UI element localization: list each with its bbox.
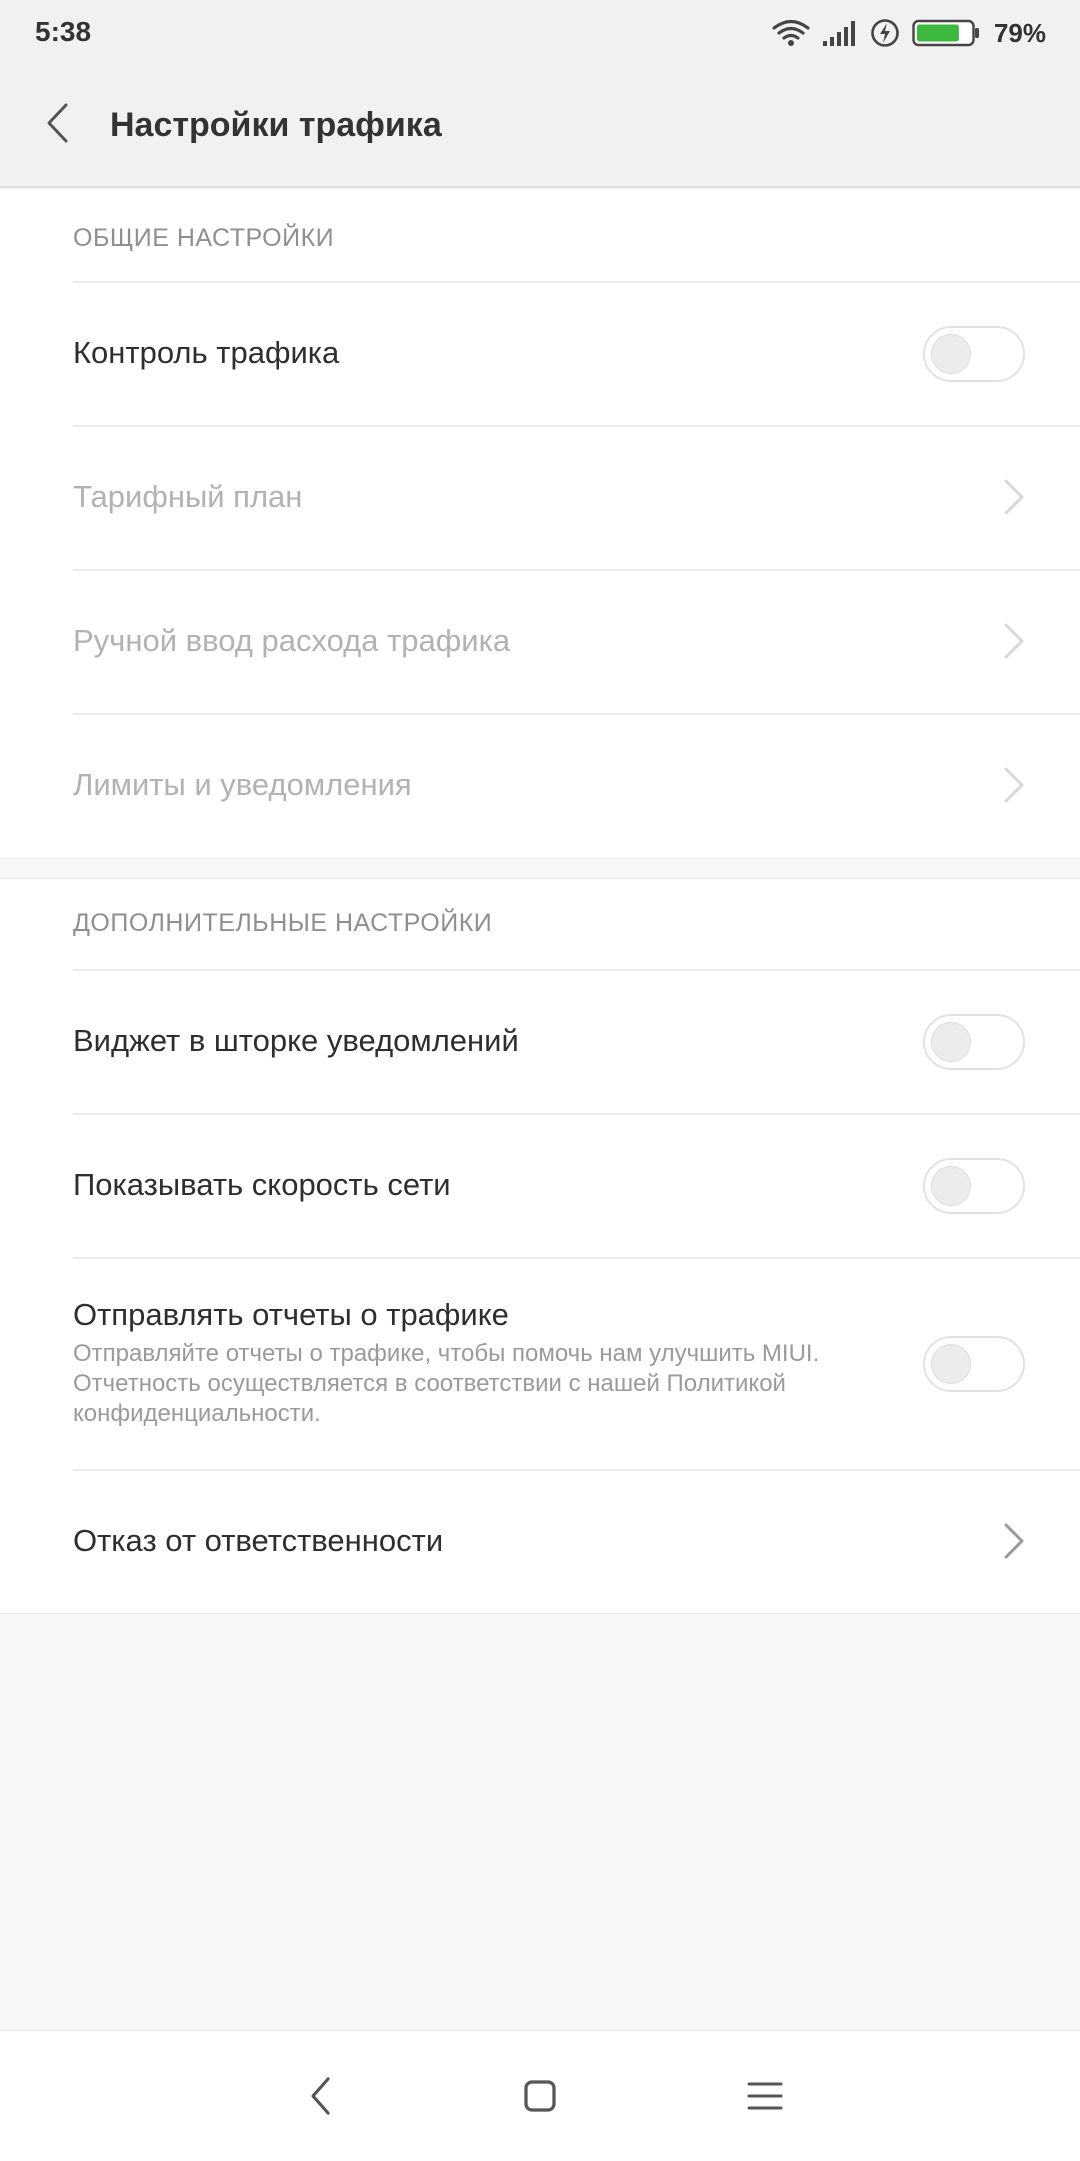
back-nav-icon [311, 2077, 330, 2115]
status-icons: 79% [772, 14, 1046, 52]
title-bar: Настройки трафика [0, 66, 1080, 188]
nav-home-button[interactable] [510, 2066, 570, 2126]
tariff-plan-row[interactable]: Тарифный план [0, 427, 1080, 569]
send-reports-toggle[interactable] [923, 1336, 1025, 1392]
toggle-knob [931, 1022, 971, 1062]
nav-menu-button[interactable] [735, 2066, 795, 2126]
chevron-right-icon [1004, 623, 1024, 659]
chevron-right-icon [1004, 767, 1024, 803]
status-bar: 5:38 79% [0, 0, 1080, 66]
general-settings-section: ОБЩИЕ НАСТРОЙКИ Контроль трафика Тарифны… [0, 190, 1080, 859]
traffic-control-row[interactable]: Контроль трафика [0, 283, 1080, 425]
battery-percent: 79% [993, 17, 1046, 48]
toggle-knob [931, 334, 971, 374]
signal-icon [822, 21, 855, 46]
chevron-right-icon [1004, 1523, 1024, 1559]
wifi-icon [772, 19, 810, 46]
nav-back-button[interactable] [290, 2066, 350, 2126]
battery-icon [912, 19, 979, 47]
navigation-bar [0, 2030, 1080, 2161]
status-time: 5:38 [35, 16, 92, 47]
manual-usage-row[interactable]: Ручной ввод расхода трафика [0, 571, 1080, 713]
chevron-right-icon [1004, 479, 1024, 515]
tariff-plan-label: Тарифный план [73, 479, 303, 514]
page-title: Настройки трафика [110, 106, 442, 144]
home-nav-icon [524, 2080, 556, 2112]
back-button[interactable] [30, 96, 84, 150]
network-speed-toggle[interactable] [923, 1158, 1025, 1214]
send-reports-label: Отправлять отчеты о трафике [73, 1297, 509, 1332]
section-header-general: ОБЩИЕ НАСТРОЙКИ [73, 224, 335, 252]
disclaimer-label: Отказ от ответственности [73, 1523, 444, 1558]
charging-icon [871, 19, 899, 47]
network-speed-label: Показывать скорость сети [73, 1167, 451, 1202]
traffic-control-label: Контроль трафика [73, 335, 340, 370]
toggle-knob [931, 1344, 971, 1384]
notification-widget-toggle[interactable] [923, 1014, 1025, 1070]
send-reports-row[interactable]: Отправлять отчеты о трафике Отправляйте … [0, 1259, 1080, 1469]
disclaimer-row[interactable]: Отказ от ответственности [0, 1471, 1080, 1613]
limits-notifications-row[interactable]: Лимиты и уведомления [0, 715, 1080, 857]
toggle-knob [931, 1166, 971, 1206]
limits-notifications-label: Лимиты и уведомления [73, 767, 412, 802]
additional-settings-section: ДОПОЛНИТЕЛЬНЫЕ НАСТРОЙКИ Виджет в шторке… [0, 878, 1080, 1614]
menu-nav-icon [747, 2082, 783, 2110]
notification-widget-label: Виджет в шторке уведомлений [73, 1023, 519, 1058]
manual-usage-label: Ручной ввод расхода трафика [73, 623, 511, 658]
traffic-control-toggle[interactable] [923, 326, 1025, 382]
back-arrow-icon [47, 103, 68, 143]
section-header-additional: ДОПОЛНИТЕЛЬНЫЕ НАСТРОЙКИ [73, 909, 493, 937]
send-reports-summary: Отправляйте отчеты о трафике, чтобы помо… [73, 1340, 820, 1427]
notification-widget-row[interactable]: Виджет в шторке уведомлений [0, 971, 1080, 1113]
network-speed-row[interactable]: Показывать скорость сети [0, 1115, 1080, 1257]
